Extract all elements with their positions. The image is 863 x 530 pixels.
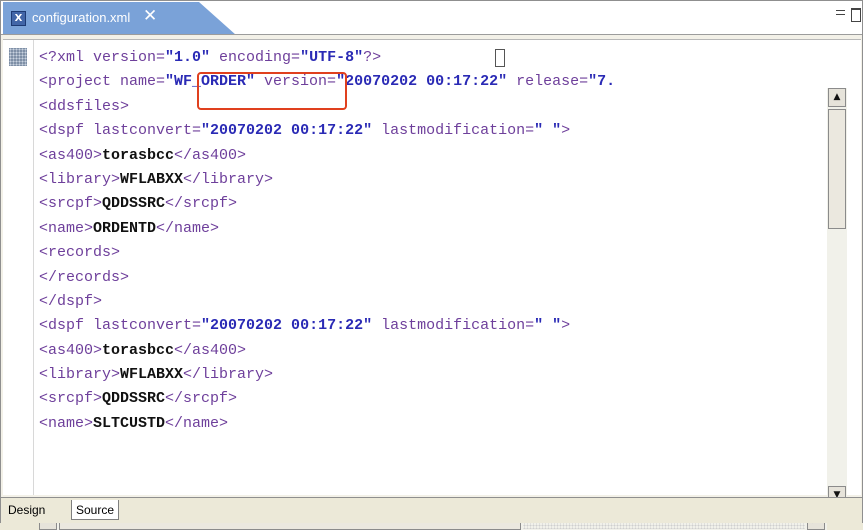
tab-source[interactable]: Source — [71, 500, 120, 520]
code-line[interactable]: </records> — [39, 266, 822, 290]
code-token: </name> — [165, 414, 229, 432]
code-token: </as400> — [174, 341, 247, 359]
code-line[interactable]: <library>WFLABXX</library> — [39, 363, 822, 387]
code-token: "20070202 00:17:22" — [201, 317, 373, 335]
code-line[interactable]: <as400>torasbcc</as400> — [39, 144, 822, 168]
code-token: <as400> — [39, 146, 103, 164]
code-line[interactable]: <srcpf>QDDSSRC</srcpf> — [39, 387, 822, 411]
code-token: </records> — [39, 268, 130, 286]
code-token: <dspf — [39, 122, 94, 140]
code-token: <project — [39, 73, 121, 91]
code-token: encoding= — [210, 49, 301, 66]
xml-editor-window: X configuration.xml ✕ <?xml version="1.0… — [0, 0, 863, 530]
code-token: <ddsfiles> — [39, 97, 130, 115]
cursor-box — [495, 49, 505, 67]
code-token: " " — [534, 317, 562, 335]
code-token: QDDSSRC — [102, 195, 166, 213]
code-token: <?xml — [39, 49, 94, 66]
code-line[interactable]: <?xml version="1.0" encoding="UTF-8"?> — [39, 46, 822, 70]
code-line[interactable]: <library>WFLABXX</library> — [39, 168, 822, 192]
code-token: SLTCUSTD — [93, 414, 166, 432]
code-line[interactable]: <name>ORDENTD</name> — [39, 217, 822, 241]
code-token: "UTF-8" — [300, 49, 364, 66]
code-line[interactable]: <dspf lastconvert="20070202 00:17:22" la… — [39, 119, 822, 143]
code-token: <library> — [39, 366, 121, 384]
code-token: torasbcc — [102, 341, 175, 359]
code-token: ?> — [363, 49, 382, 66]
current-line-marker-icon — [9, 48, 27, 66]
code-token: torasbcc — [102, 146, 175, 164]
code-token: release= — [507, 73, 589, 91]
code-text-area[interactable]: <?xml version="1.0" encoding="UTF-8"?> <p… — [39, 46, 822, 476]
editor-bottom-tabs: Design Source — [1, 497, 862, 523]
code-token: lastmodification= — [372, 122, 535, 140]
code-token: "7. — [588, 73, 616, 91]
code-line[interactable]: <name>SLTCUSTD</name> — [39, 412, 822, 436]
code-token: "1.0" — [165, 49, 211, 66]
code-token: version= — [93, 49, 166, 66]
code-line[interactable]: <records> — [39, 241, 822, 265]
code-token: </as400> — [174, 146, 247, 164]
code-token: <srcpf> — [39, 195, 103, 213]
code-token: "20070202 00:17:22" — [201, 122, 373, 140]
code-token: </library> — [183, 366, 274, 384]
code-token: <dspf — [39, 317, 94, 335]
code-line[interactable]: <dspf lastconvert="20070202 00:17:22" la… — [39, 314, 822, 338]
code-token: </srcpf> — [165, 195, 238, 213]
code-token: lastmodification= — [372, 317, 535, 335]
code-token: <library> — [39, 170, 121, 188]
code-line[interactable]: <srcpf>QDDSSRC</srcpf> — [39, 192, 822, 216]
maximize-icon[interactable] — [851, 8, 861, 22]
code-line[interactable]: <ddsfiles> — [39, 95, 822, 119]
code-token: WFLABXX — [120, 170, 184, 188]
source-editor[interactable]: <?xml version="1.0" encoding="UTF-8"?> <p… — [3, 39, 861, 530]
code-token: > — [561, 122, 571, 140]
minimize-icon[interactable] — [836, 10, 845, 15]
code-token: lastconvert= — [93, 122, 202, 140]
code-token: ORDENTD — [93, 219, 157, 237]
code-token: </srcpf> — [165, 390, 238, 408]
editor-tab-strip: X configuration.xml ✕ — [1, 1, 862, 35]
code-token: <srcpf> — [39, 390, 103, 408]
highlight-annotation-box — [197, 72, 347, 110]
code-token: QDDSSRC — [102, 390, 166, 408]
scroll-up-arrow-icon[interactable]: ▲ — [828, 88, 846, 107]
close-icon[interactable]: ✕ — [143, 6, 157, 26]
code-token: > — [561, 317, 571, 335]
tab-title: configuration.xml — [32, 10, 131, 25]
editor-gutter — [3, 40, 34, 495]
divider — [1, 34, 862, 35]
code-line[interactable]: <as400>torasbcc</as400> — [39, 339, 822, 363]
vertical-scrollbar[interactable]: ▲ ▼ — [827, 88, 847, 506]
code-token: </name> — [156, 219, 220, 237]
code-token: <as400> — [39, 341, 103, 359]
tab-design[interactable]: Design — [4, 500, 49, 520]
code-token: <name> — [39, 414, 94, 432]
code-token: <name> — [39, 219, 94, 237]
code-line[interactable]: <project name="WF_ORDER" version="200702… — [39, 70, 822, 94]
code-token: " " — [534, 122, 562, 140]
code-line[interactable]: </dspf> — [39, 290, 822, 314]
xml-file-icon: X — [11, 11, 26, 26]
code-token: name= — [120, 73, 166, 91]
code-token: </dspf> — [39, 292, 103, 310]
code-token: WFLABXX — [120, 366, 184, 384]
vertical-scroll-thumb[interactable] — [828, 109, 846, 229]
code-token: "20070202 00:17:22" — [336, 73, 508, 91]
code-token: lastconvert= — [93, 317, 202, 335]
code-token: </library> — [183, 170, 274, 188]
tab-configuration-xml[interactable]: X configuration.xml ✕ — [3, 2, 236, 35]
code-token: <records> — [39, 244, 121, 262]
